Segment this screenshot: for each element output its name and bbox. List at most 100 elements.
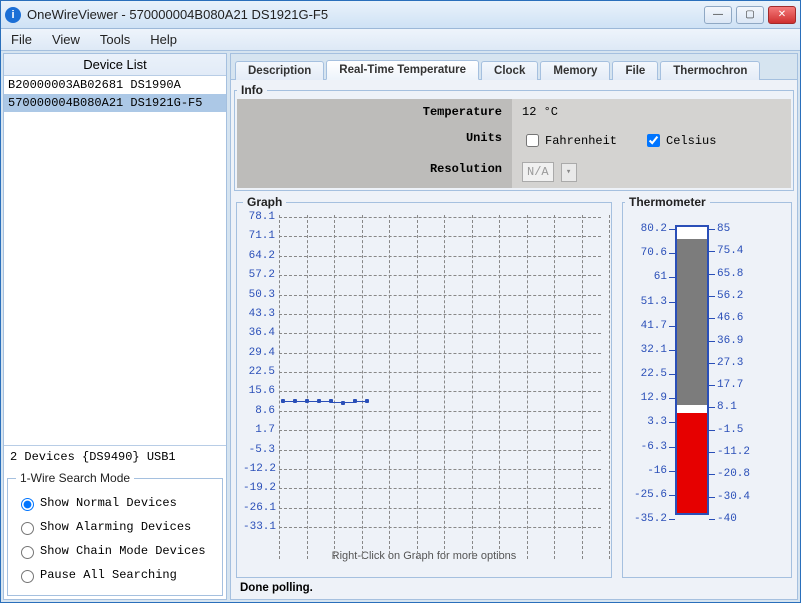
- thermometer-tick-mark: [709, 497, 715, 498]
- thermometer-mercury-bar: [677, 413, 707, 513]
- thermometer-right-tick: 56.2: [717, 290, 743, 302]
- graph-gridline-v: [554, 215, 555, 559]
- radio-pause-all[interactable]: Pause All Searching: [16, 563, 214, 587]
- thermometer-right-tick: 85: [717, 223, 730, 235]
- thermometer-tick-mark: [709, 274, 715, 275]
- thermometer-left-tick: 51.3: [625, 296, 667, 308]
- graph-gridline-h: [279, 527, 601, 528]
- radio-label: Pause All Searching: [40, 568, 177, 582]
- thermometer-right-tick: -11.2: [717, 446, 750, 458]
- tab-thermochron[interactable]: Thermochron: [660, 61, 760, 80]
- graph-y-tick: -33.1: [243, 521, 275, 533]
- tab-bar: Description Real-Time Temperature Clock …: [231, 54, 797, 80]
- thermometer-right-tick: -1.5: [717, 424, 743, 436]
- graph-gridline-h: [279, 333, 601, 334]
- graph-gridline-h: [279, 508, 601, 509]
- graph-group[interactable]: Graph Right-Click on Graph for more opti…: [236, 195, 612, 578]
- thermometer-tick-mark: [709, 341, 715, 342]
- status-text: Done polling.: [234, 578, 794, 596]
- menu-view[interactable]: View: [42, 29, 90, 50]
- graph-y-tick: 1.7: [243, 424, 275, 436]
- device-row[interactable]: B20000003AB02681 DS1990A: [4, 76, 226, 94]
- thermometer-tick-mark: [709, 430, 715, 431]
- minimize-button[interactable]: —: [704, 6, 732, 24]
- main-panel: Description Real-Time Temperature Clock …: [230, 53, 798, 600]
- graph-gridline-h: [279, 256, 601, 257]
- graph-y-tick: 29.4: [243, 347, 275, 359]
- graph-y-tick: 43.3: [243, 308, 275, 320]
- graph-y-tick: 22.5: [243, 366, 275, 378]
- radio-show-chain[interactable]: Show Chain Mode Devices: [16, 539, 214, 563]
- radio-show-normal-input[interactable]: [21, 498, 34, 511]
- graph-gridline-v: [444, 215, 445, 559]
- checkbox-fahrenheit[interactable]: Fahrenheit: [522, 131, 617, 150]
- graph-gridline-h: [279, 236, 601, 237]
- thermometer-left-tick: -6.3: [625, 441, 667, 453]
- thermometer-tick-mark: [709, 474, 715, 475]
- graph-data-segment: [343, 402, 355, 403]
- thermometer-tick-mark: [669, 326, 675, 327]
- thermometer-canvas: 80.270.66151.341.732.122.512.93.3-6.3-16…: [625, 215, 789, 535]
- thermometer-tick-mark: [669, 229, 675, 230]
- graph-gridline-h: [279, 411, 601, 412]
- tab-memory[interactable]: Memory: [540, 61, 610, 80]
- thermometer-left-tick: 61: [625, 271, 667, 283]
- maximize-button[interactable]: ▢: [736, 6, 764, 24]
- device-row[interactable]: 570000004B080A21 DS1921G-F5: [4, 94, 226, 112]
- graph-gridline-h: [279, 450, 601, 451]
- temperature-label: Temperature: [237, 99, 512, 125]
- graph-y-tick: -5.3: [243, 444, 275, 456]
- graph-y-tick: 71.1: [243, 230, 275, 242]
- menubar: File View Tools Help: [1, 29, 800, 51]
- graph-gridline-h: [279, 391, 601, 392]
- checkbox-celsius-input[interactable]: [647, 134, 660, 147]
- checkbox-label: Celsius: [666, 134, 716, 148]
- menu-help[interactable]: Help: [140, 29, 187, 50]
- tab-realtime-temp[interactable]: Real-Time Temperature: [326, 60, 479, 80]
- tab-clock[interactable]: Clock: [481, 61, 538, 80]
- checkbox-celsius[interactable]: Celsius: [643, 131, 716, 150]
- thermometer-tick-mark: [669, 398, 675, 399]
- graph-y-tick: 78.1: [243, 211, 275, 223]
- graph-y-tick: -19.2: [243, 482, 275, 494]
- radio-show-alarming-input[interactable]: [21, 522, 34, 535]
- titlebar: i OneWireViewer - 570000004B080A21 DS192…: [1, 1, 800, 29]
- resolution-label: Resolution: [237, 156, 512, 188]
- thermometer-right-tick: 27.3: [717, 357, 743, 369]
- thermometer-right-tick: -40: [717, 513, 737, 525]
- graph-gridline-v: [582, 215, 583, 559]
- thermometer-right-tick: 17.7: [717, 379, 743, 391]
- window-title: OneWireViewer - 570000004B080A21 DS1921G…: [27, 7, 704, 22]
- close-button[interactable]: ✕: [768, 6, 796, 24]
- graph-data-segment: [295, 401, 307, 402]
- radio-show-alarming[interactable]: Show Alarming Devices: [16, 515, 214, 539]
- radio-show-chain-input[interactable]: [21, 546, 34, 559]
- thermometer-tick-mark: [709, 296, 715, 297]
- tab-file[interactable]: File: [612, 61, 658, 80]
- device-list[interactable]: B20000003AB02681 DS1990A 570000004B080A2…: [4, 76, 226, 445]
- graph-gridline-h: [279, 217, 601, 218]
- menu-file[interactable]: File: [1, 29, 42, 50]
- chevron-down-icon[interactable]: ▾: [561, 163, 577, 182]
- thermometer-tick-mark: [709, 363, 715, 364]
- tab-description[interactable]: Description: [235, 61, 324, 80]
- device-list-header: Device List: [4, 54, 226, 76]
- thermometer-left-tick: 70.6: [625, 247, 667, 259]
- radio-label: Show Alarming Devices: [40, 520, 191, 534]
- checkbox-fahrenheit-input[interactable]: [526, 134, 539, 147]
- graph-gridline-h: [279, 295, 601, 296]
- thermometer-legend: Thermometer: [625, 195, 710, 209]
- search-mode-group: 1-Wire Search Mode Show Normal Devices S…: [7, 471, 223, 596]
- device-count-status: 2 Devices {DS9490} USB1: [4, 445, 226, 468]
- radio-show-normal[interactable]: Show Normal Devices: [16, 491, 214, 515]
- graph-canvas[interactable]: Right-Click on Graph for more options 78…: [243, 213, 605, 573]
- menu-tools[interactable]: Tools: [90, 29, 140, 50]
- radio-label: Show Chain Mode Devices: [40, 544, 206, 558]
- thermometer-tick-mark: [709, 452, 715, 453]
- graph-gridline-v: [389, 215, 390, 559]
- radio-pause-all-input[interactable]: [21, 570, 34, 583]
- graph-data-segment: [307, 401, 319, 402]
- graph-y-tick: -26.1: [243, 502, 275, 514]
- resolution-select[interactable]: N/A: [522, 162, 554, 182]
- radio-label: Show Normal Devices: [40, 496, 177, 510]
